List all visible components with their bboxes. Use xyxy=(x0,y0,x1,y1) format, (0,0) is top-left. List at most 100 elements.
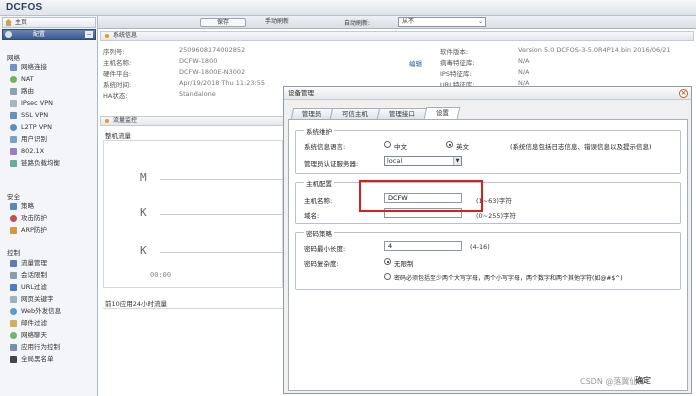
grid-line xyxy=(160,179,284,180)
sidebar-item-label: 网络连接 xyxy=(21,63,47,71)
auth-server-select[interactable]: local ▼ xyxy=(384,156,462,166)
sidebar-item-route[interactable]: 路由 xyxy=(10,87,34,96)
grid-line xyxy=(160,214,284,215)
lang-en-radio[interactable] xyxy=(446,141,453,148)
fieldset-legend: 主机配置 xyxy=(304,178,334,188)
blacklist-icon xyxy=(10,356,17,363)
sidebar-item-mail-filter[interactable]: 邮件过滤 xyxy=(10,319,47,328)
sidebar-item-label: 链路负载均衡 xyxy=(21,159,60,167)
min-length-label: 密码最小长度: xyxy=(304,245,346,253)
sidebar-item-label: SSL VPN xyxy=(21,111,49,119)
traffic-sub-label: 整机流量 xyxy=(105,132,131,140)
sidebar-item-web-outbound[interactable]: Web外发信息 xyxy=(10,307,61,316)
sidebar-item-blacklist[interactable]: 全局黑名单 xyxy=(10,355,54,364)
sidebar-item-ipsec[interactable]: IPsec VPN xyxy=(10,99,53,108)
tab-label: 管理接口 xyxy=(388,110,415,118)
min-length-input[interactable]: 4 xyxy=(384,241,462,251)
platform-label: 硬件平台: xyxy=(103,70,132,78)
sidebar-item-label: 攻击防护 xyxy=(21,214,47,222)
complexity-label: 密码复杂度: xyxy=(304,260,339,268)
traffic-header: 流量监控 xyxy=(100,116,284,126)
auto-refresh-label: 自动刷新: xyxy=(344,20,371,27)
l2tp-icon xyxy=(10,124,17,131)
lang-zh-radio[interactable] xyxy=(384,141,391,148)
policy-icon xyxy=(10,203,17,210)
tab-admin[interactable]: 管理员 xyxy=(290,108,334,119)
ok-button[interactable]: 确定 xyxy=(635,375,651,386)
keyword-icon xyxy=(10,296,17,303)
lang-label: 系统信息语言: xyxy=(304,143,346,151)
sidebar-item-session[interactable]: 会话限制 xyxy=(10,271,47,280)
sidebar-item-chat[interactable]: 网络聊天 xyxy=(10,331,47,340)
hostname-label: 主机名称: xyxy=(103,59,132,67)
chevron-down-icon: ▼ xyxy=(453,157,461,165)
sidebar-item-traffic[interactable]: 流量管理 xyxy=(10,259,47,268)
tab-mgmt-interface[interactable]: 管理接口 xyxy=(376,108,428,119)
ssl-icon xyxy=(10,112,17,119)
chevron-down-icon: ⌄ xyxy=(477,18,483,25)
user-icon xyxy=(10,136,17,143)
complexity-none-radio[interactable] xyxy=(384,258,391,265)
dialog-title: 设备管理 xyxy=(288,89,314,97)
av-value: N/A xyxy=(518,57,530,65)
divider xyxy=(103,308,283,309)
dot1x-icon xyxy=(10,148,17,155)
host-config-fieldset: 主机配置 主机名称: DCFW (1~63)字符 域名: (0~255)字符 xyxy=(295,178,681,224)
av-label: 病毒特征库: xyxy=(440,59,475,67)
complexity-strict-radio[interactable] xyxy=(384,273,391,280)
sidebar-item-llb[interactable]: 链路负载均衡 xyxy=(10,159,60,168)
sidebar-item-label: 路由 xyxy=(21,87,34,95)
tab-trusted-host[interactable]: 可信主机 xyxy=(329,108,381,119)
sidebar-item-l2tp[interactable]: L2TP VPN xyxy=(10,123,52,132)
system-info-title: 系统信息 xyxy=(113,32,138,39)
traffic-title: 流量监控 xyxy=(113,117,138,124)
system-info-header: 系统信息 xyxy=(100,31,694,41)
ha-label: HA状态: xyxy=(103,92,128,100)
arp-icon xyxy=(10,227,17,234)
refresh-button[interactable]: 手动刷新 xyxy=(252,18,302,27)
sidebar-home[interactable]: 主页 xyxy=(2,17,96,28)
sw-version-value: Version 5.0 DCFOS-3-5.0R4P14.bin 2016/06… xyxy=(518,46,671,54)
tab-label: 设置 xyxy=(435,109,449,117)
edit-link[interactable]: 编辑 xyxy=(409,58,422,68)
sidebar-config[interactable]: 配置 − xyxy=(2,29,96,40)
sidebar-config-label: 配置 xyxy=(33,31,46,38)
section-network-title: 网络 xyxy=(7,54,20,62)
sidebar-item-arp[interactable]: ARP防护 xyxy=(10,226,47,235)
highlight-box xyxy=(359,180,483,212)
sidebar-item-sslvpn[interactable]: SSL VPN xyxy=(10,111,48,120)
sidebar-item-label: Web外发信息 xyxy=(21,307,62,315)
sidebar-item-user-id[interactable]: 用户识别 xyxy=(10,135,47,144)
auto-refresh-select[interactable]: 从不 ⌄ xyxy=(398,17,486,27)
sidebar-item-network-connect[interactable]: 网络连接 xyxy=(10,63,47,72)
collapse-icon[interactable]: − xyxy=(85,31,93,38)
sidebar-item-label: 策略 xyxy=(21,202,34,210)
title-bar: DCFOS xyxy=(0,0,696,16)
sidebar-item-label: URL过滤 xyxy=(21,283,47,291)
y-axis-mark: K xyxy=(140,206,147,219)
tab-settings[interactable]: 设置 xyxy=(423,107,461,119)
sidebar-item-8021x[interactable]: 802.1X xyxy=(10,147,44,156)
settings-panel: 系统维护 系统信息语言: 中文 英文 (系统信息包括日志信息、错误信息以及提示信… xyxy=(288,119,688,391)
sidebar-item-label: 网页关键字 xyxy=(21,295,54,303)
sidebar-item-keyword[interactable]: 网页关键字 xyxy=(10,295,54,304)
save-button[interactable]: 保存 xyxy=(200,18,246,27)
sidebar-item-url-filter[interactable]: URL过滤 xyxy=(10,283,47,292)
auth-server-value: local xyxy=(387,157,403,165)
x-axis-tick: 00:00 xyxy=(150,271,172,279)
sidebar-item-app-behavior[interactable]: 应用行为控制 xyxy=(10,343,60,352)
session-icon xyxy=(10,272,17,279)
sidebar-item-attack-defense[interactable]: 攻击防护 xyxy=(10,214,47,223)
lang-en-label: 英文 xyxy=(456,143,469,151)
fieldset-legend: 密码策略 xyxy=(304,228,334,238)
device-management-dialog: 设备管理 × 管理员 可信主机 管理接口 设置 系统维护 系统信息语言: 中文 … xyxy=(283,86,692,394)
fieldset-legend: 系统维护 xyxy=(304,126,334,136)
system-maintenance-fieldset: 系统维护 系统信息语言: 中文 英文 (系统信息包括日志信息、错误信息以及提示信… xyxy=(295,126,681,174)
app-icon xyxy=(10,344,17,351)
sidebar-item-policy[interactable]: 策略 xyxy=(10,202,34,211)
tab-label: 可信主机 xyxy=(341,110,368,118)
close-icon[interactable]: × xyxy=(679,89,688,98)
auth-server-label: 管理员认证服务器: xyxy=(304,160,359,168)
sidebar-home-label: 主页 xyxy=(15,19,28,26)
sidebar-item-nat[interactable]: NAT xyxy=(10,75,34,84)
